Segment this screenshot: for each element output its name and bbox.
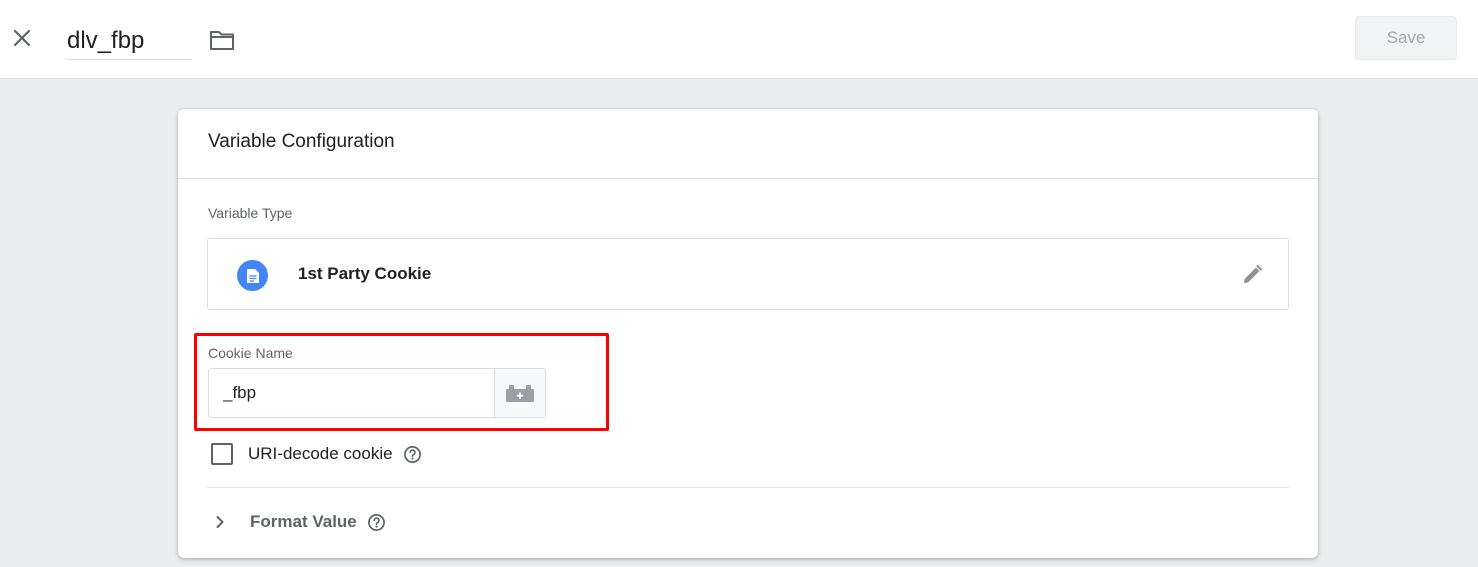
uri-decode-row: URI-decode cookie: [211, 442, 422, 466]
variable-configuration-card: Variable Configuration Variable Type 1st…: [178, 109, 1318, 558]
help-icon[interactable]: [367, 513, 386, 532]
pencil-icon[interactable]: [1238, 261, 1266, 289]
cookie-name-field: [208, 368, 546, 418]
divider: [207, 487, 1289, 488]
chevron-right-icon: [214, 515, 226, 529]
card-title: Variable Configuration: [178, 109, 1318, 179]
format-value-label: Format Value: [250, 512, 357, 531]
save-button[interactable]: Save: [1355, 16, 1457, 60]
variable-type-label: Variable Type: [208, 205, 293, 221]
uri-decode-checkbox[interactable]: [211, 443, 233, 465]
help-icon[interactable]: [403, 445, 422, 464]
variable-type-selector[interactable]: 1st Party Cookie: [207, 238, 1289, 310]
cookie-name-input[interactable]: [209, 369, 494, 417]
variable-picker-icon[interactable]: [494, 369, 545, 417]
format-value-toggle[interactable]: Format Value: [214, 510, 386, 534]
uri-decode-label[interactable]: URI-decode cookie: [248, 444, 393, 464]
folder-icon[interactable]: [207, 26, 237, 54]
document-icon: [237, 260, 268, 291]
top-bar: Save: [0, 0, 1478, 79]
close-icon[interactable]: [8, 24, 36, 52]
cookie-name-label: Cookie Name: [208, 345, 293, 361]
variable-name-input[interactable]: [67, 22, 192, 60]
variable-type-name: 1st Party Cookie: [298, 264, 432, 283]
